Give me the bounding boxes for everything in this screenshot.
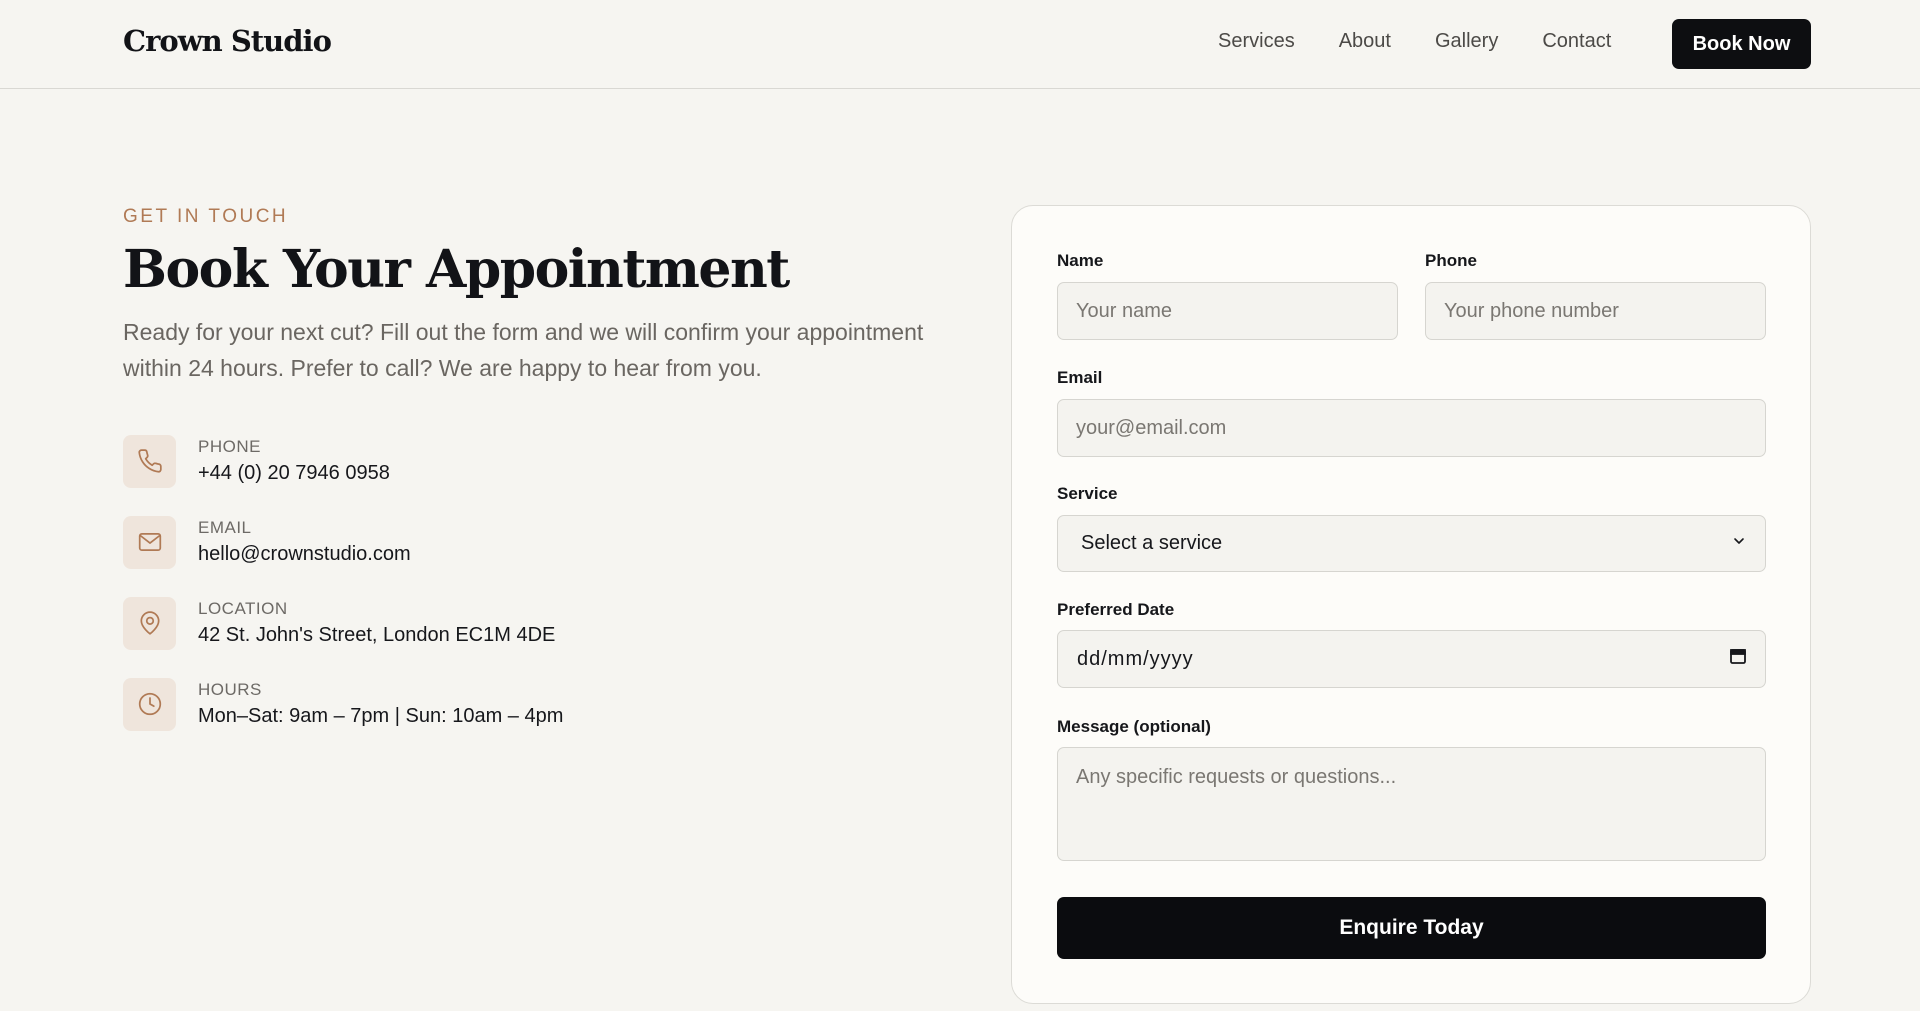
contact-value: Mon–Sat: 9am – 7pm | Sun: 10am – 4pm	[198, 704, 564, 727]
chevron-down-icon	[1731, 532, 1747, 555]
service-select[interactable]: Select a service	[1057, 515, 1766, 572]
contact-label: HOURS	[198, 679, 262, 699]
contact-info-section: GET IN TOUCH Book Your Appointment Ready…	[123, 206, 943, 758]
email-label: Email	[1057, 368, 1103, 387]
enquire-today-button[interactable]: Enquire Today	[1057, 897, 1766, 959]
contact-item-location: LOCATION 42 St. John's Street, London EC…	[123, 596, 943, 650]
contact-list: PHONE +44 (0) 20 7946 0958 EMAIL hello@c…	[123, 434, 943, 731]
page-title: Book Your Appointment	[123, 239, 790, 300]
contact-item-phone: PHONE +44 (0) 20 7946 0958	[123, 434, 943, 488]
contact-label: PHONE	[198, 436, 261, 456]
message-label: Message (optional)	[1057, 717, 1211, 736]
nav-link-services[interactable]: Services	[1218, 30, 1295, 53]
phone-icon	[123, 434, 176, 488]
date-input[interactable]: dd/mm/yyyy	[1057, 630, 1766, 688]
date-value: dd/mm/yyyy	[1077, 647, 1194, 670]
service-selected-value: Select a service	[1081, 532, 1223, 554]
contact-label: EMAIL	[198, 517, 252, 537]
contact-item-hours: HOURS Mon–Sat: 9am – 7pm | Sun: 10am – 4…	[123, 677, 943, 731]
contact-value: hello@crownstudio.com	[198, 542, 411, 565]
page-description: Ready for your next cut? Fill out the fo…	[123, 319, 924, 382]
clock-icon	[123, 677, 176, 731]
contact-value: 42 St. John's Street, London EC1M 4DE	[198, 623, 556, 646]
phone-input[interactable]	[1425, 282, 1766, 340]
nav-link-contact[interactable]: Contact	[1542, 30, 1611, 53]
eyebrow-label: GET IN TOUCH	[123, 206, 289, 227]
phone-label: Phone	[1425, 251, 1477, 270]
contact-item-email: EMAIL hello@crownstudio.com	[123, 515, 943, 569]
contact-value: +44 (0) 20 7946 0958	[198, 461, 390, 484]
date-label: Preferred Date	[1057, 600, 1175, 619]
book-now-button[interactable]: Book Now	[1672, 19, 1811, 69]
site-header: Crown Studio Services About Gallery Cont…	[0, 0, 1920, 89]
nav-link-about[interactable]: About	[1339, 30, 1391, 53]
message-textarea[interactable]	[1057, 747, 1766, 861]
email-input[interactable]	[1057, 399, 1766, 457]
location-pin-icon	[123, 596, 176, 650]
nav-link-gallery[interactable]: Gallery	[1435, 30, 1498, 53]
booking-form: Name Phone Email Service Select a servic…	[1011, 205, 1811, 1004]
name-label: Name	[1057, 251, 1104, 270]
mail-icon	[123, 515, 176, 569]
logo[interactable]: Crown Studio	[123, 24, 332, 58]
main-nav: Services About Gallery Contact	[1218, 30, 1655, 53]
calendar-icon[interactable]	[1729, 647, 1747, 671]
name-input[interactable]	[1057, 282, 1398, 340]
contact-label: LOCATION	[198, 598, 288, 618]
service-label: Service	[1057, 484, 1118, 503]
